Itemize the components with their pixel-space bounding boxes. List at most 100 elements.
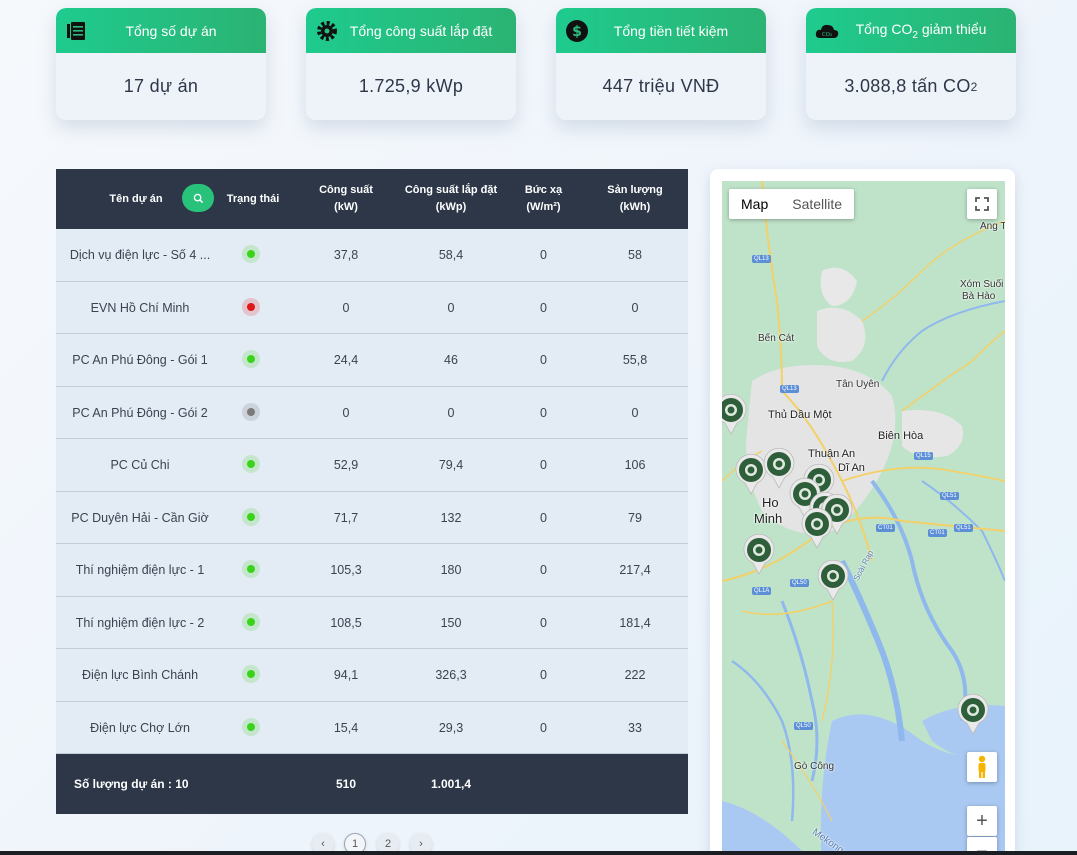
bills-icon — [67, 22, 85, 40]
cell-power: 0 — [342, 300, 350, 315]
map-label: Bến Cát — [758, 333, 795, 344]
cell-output: 58 — [628, 248, 642, 262]
project-marker-icon[interactable] — [742, 533, 776, 575]
cell-output: 55,8 — [622, 353, 648, 367]
stat-card-header: Tổng công suất lắp đặt — [306, 8, 516, 53]
table-row[interactable]: PC Duyên Hải - Cần Giờ 71,7 132 0 79 — [56, 492, 688, 544]
cell-power: 105,3 — [330, 563, 362, 577]
column-header-name: Tên dự án — [109, 192, 163, 205]
status-indicator-online — [242, 350, 260, 368]
status-indicator-online — [242, 455, 260, 473]
cell-power: 94,1 — [333, 668, 359, 682]
bottom-border — [0, 851, 1077, 855]
cell-output: 181,4 — [619, 615, 651, 630]
column-header-power: Công suất (kW) — [319, 184, 373, 213]
zoom-in-button[interactable]: + — [967, 806, 997, 836]
cell-installed: 150 — [440, 615, 462, 630]
stat-card-value: 17 dự án — [123, 76, 199, 96]
status-indicator-online — [242, 665, 260, 683]
table-row[interactable]: Điện lực Chợ Lớn 15,4 29,3 0 33 — [56, 702, 688, 754]
cell-power: 37,8 — [333, 248, 359, 262]
cell-power: 24,4 — [333, 353, 359, 367]
cell-radiation: 0 — [540, 458, 547, 472]
stat-card-projects: Tổng số dự án 17 dự án — [56, 8, 266, 120]
map-label: Minh — [754, 511, 783, 526]
column-header-status: Trạng thái — [226, 192, 280, 205]
cell-output: 222 — [624, 668, 646, 682]
road-badge: QL13 — [752, 255, 771, 263]
table-header: Tên dự án Trạng thái Công suất (kW) Công … — [56, 169, 688, 229]
project-marker-icon[interactable] — [956, 693, 990, 735]
column-header-output: Sản lượng (kWh) — [607, 184, 663, 213]
table-footer: Số lượng dự án : 10 510 1.001,4 — [56, 754, 688, 814]
stat-card-header: Tổng số dự án — [56, 8, 266, 53]
cell-name: Điện lực Chợ Lớn — [90, 720, 190, 735]
status-indicator-online — [242, 717, 260, 736]
road-badge: QL13 — [780, 385, 799, 393]
map-card: Ang Ta Xóm Suối Bà Hào Bến Cát Tân Uyên … — [710, 169, 1015, 855]
cell-radiation: 0 — [540, 615, 547, 630]
cell-installed: 326,3 — [435, 668, 467, 682]
column-header-radiation: Bức xạ (W/m²) — [524, 184, 563, 213]
cell-installed: 132 — [440, 510, 462, 525]
status-indicator-online — [242, 612, 260, 631]
stat-card-value: 447 triệu VNĐ — [602, 76, 720, 96]
stat-card-savings: $ Tổng tiền tiết kiệm 447 triệu VNĐ — [556, 8, 766, 120]
search-icon — [193, 193, 203, 203]
footer-power-total: 510 — [335, 777, 357, 791]
street-view-pegman[interactable] — [967, 752, 997, 782]
map-type-map-button[interactable]: Map — [729, 189, 780, 219]
fullscreen-button[interactable] — [967, 189, 997, 219]
map-label: Bà Hào — [962, 291, 996, 302]
status-indicator-offline — [242, 402, 260, 421]
map-type-toggle: Map Satellite — [729, 189, 855, 219]
status-dot — [247, 512, 255, 521]
table-row[interactable]: EVN Hồ Chí Minh 0 0 0 0 — [56, 282, 688, 334]
cell-name: PC An Phú Đông - Gói 1 — [72, 353, 208, 367]
map-label: Tân Uyên — [836, 379, 880, 390]
search-button[interactable] — [182, 184, 214, 212]
cell-radiation: 0 — [540, 510, 547, 525]
column-header-installed: Công suất lắp đặt (kWp) — [404, 184, 498, 213]
gear-icon — [317, 21, 337, 41]
projects-table: Tên dự án Trạng thái Công suất (kW) Công … — [56, 169, 688, 814]
cell-radiation: 0 — [540, 668, 547, 682]
table-row[interactable]: Thí nghiệm điện lực - 2 108,5 150 0 181,4 — [56, 597, 688, 649]
cell-name: EVN Hồ Chí Minh — [90, 300, 190, 315]
project-marker-icon[interactable] — [722, 393, 748, 435]
map-label: Biên Hòa — [878, 430, 924, 442]
svg-text:$: $ — [572, 24, 582, 40]
map-type-satellite-button[interactable]: Satellite — [780, 189, 854, 219]
project-marker-icon[interactable] — [800, 507, 834, 549]
status-dot — [247, 617, 255, 626]
cell-power: 52,9 — [333, 458, 359, 472]
road-badge: CT01 — [928, 529, 947, 537]
stat-card-value: 1.725,9 kWp — [358, 76, 464, 96]
cloud-co2-icon: CO₂ — [815, 24, 839, 38]
status-dot — [247, 670, 255, 678]
cell-output: 33 — [628, 720, 642, 735]
status-indicator-online — [242, 507, 260, 526]
table-row[interactable]: Thí nghiệm điện lực - 1 105,3 180 0 217,4 — [56, 544, 688, 597]
status-indicator-online — [242, 560, 260, 578]
road-badge: QL15 — [914, 452, 933, 460]
table-row[interactable]: Dịch vụ điện lực - Số 4 ... 37,8 58,4 0 58 — [56, 229, 688, 282]
project-marker-icon[interactable] — [816, 559, 850, 601]
map-label: Gò Công — [794, 761, 835, 772]
table-row[interactable]: PC Củ Chi 52,9 79,4 0 106 — [56, 439, 688, 492]
table-row[interactable]: Điện lực Bình Chánh 94,1 326,3 0 222 — [56, 649, 688, 702]
table-row[interactable]: PC An Phú Đông - Gói 2 0 0 0 0 — [56, 387, 688, 439]
cell-installed: 180 — [440, 563, 462, 577]
cell-name: Thí nghiệm điện lực - 2 — [75, 615, 205, 630]
road-badge: QL51 — [940, 492, 959, 500]
table-row[interactable]: PC An Phú Đông - Gói 1 24,4 46 0 55,8 — [56, 334, 688, 387]
status-dot — [247, 355, 255, 363]
project-map[interactable]: Ang Ta Xóm Suối Bà Hào Bến Cát Tân Uyên … — [722, 181, 1005, 855]
cell-radiation: 0 — [540, 720, 547, 735]
status-dot — [247, 565, 255, 573]
cell-name: Điện lực Bình Chánh — [81, 668, 199, 682]
road-badge: CT01 — [876, 524, 895, 532]
stat-card-value: 3.088,8 tấn CO 2 — [844, 76, 978, 96]
status-dot — [247, 302, 255, 311]
cell-radiation: 0 — [540, 300, 547, 315]
